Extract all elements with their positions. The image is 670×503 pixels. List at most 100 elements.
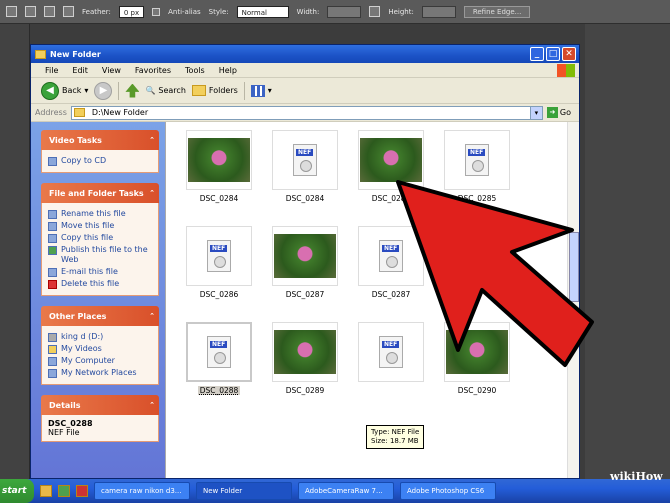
file-thumbnail[interactable]: NEF [186, 226, 252, 286]
start-button[interactable]: start [0, 479, 34, 503]
refine-edge-button[interactable]: Refine Edge... [463, 5, 531, 18]
other-places-panel: Other Places ⌃ king d (D:) My Videos My … [41, 306, 159, 385]
tooltip-type: Type: NEF File [371, 428, 420, 436]
place-my-network[interactable]: My Network Places [48, 368, 152, 378]
back-label: Back [62, 86, 82, 95]
height-label: Height: [388, 7, 414, 16]
subtract-selection-icon[interactable] [44, 6, 55, 17]
file-item[interactable]: NEF DSC_0288 [176, 322, 262, 418]
other-places-header[interactable]: Other Places ⌃ [41, 306, 159, 326]
file-thumbnail[interactable] [272, 226, 338, 286]
file-name: DSC_0290 [457, 386, 497, 395]
width-input[interactable] [327, 5, 362, 18]
search-label: Search [158, 86, 186, 95]
file-folder-tasks-header[interactable]: File and Folder Tasks ⌃ [41, 183, 159, 203]
add-selection-icon[interactable] [25, 6, 36, 17]
quicklaunch-icon[interactable] [58, 485, 70, 497]
task-copy-to-cd[interactable]: Copy to CD [48, 156, 152, 166]
place-drive-d[interactable]: king d (D:) [48, 332, 152, 342]
file-item[interactable]: NEF DSC_0286 [176, 226, 262, 322]
menu-view[interactable]: View [102, 66, 121, 75]
quicklaunch-icon[interactable] [40, 485, 52, 497]
arrow-shape [396, 180, 594, 367]
video-tasks-header[interactable]: Video Tasks ⌃ [41, 130, 159, 150]
taskbar-item[interactable]: New Folder [196, 482, 292, 500]
other-places-title: Other Places [49, 311, 107, 321]
file-item[interactable]: DSC_0289 [262, 322, 348, 418]
title-bar[interactable]: New Folder _ □ ✕ [31, 45, 579, 63]
go-button[interactable]: ➜ Go [546, 107, 575, 118]
file-thumbnail[interactable] [272, 322, 338, 382]
address-input[interactable]: D:\New Folder ▾ [70, 105, 543, 120]
task-pane: Video Tasks ⌃ Copy to CD File and Folder… [31, 122, 165, 478]
new-selection-icon[interactable] [6, 6, 17, 17]
flower-photo-image [274, 234, 336, 278]
task-publish[interactable]: Publish this file to the Web [48, 245, 152, 265]
address-dropdown-icon[interactable]: ▾ [529, 106, 542, 119]
forward-button[interactable]: ▶ [94, 81, 113, 100]
video-tasks-title: Video Tasks [49, 135, 102, 145]
height-input[interactable] [421, 5, 456, 18]
menu-tools[interactable]: Tools [185, 66, 205, 75]
antialias-label: Anti-alias [168, 7, 201, 16]
collapse-icon[interactable]: ⌃ [149, 136, 155, 144]
place-my-computer[interactable]: My Computer [48, 356, 152, 366]
taskbar-item[interactable]: camera raw nikon d3... [94, 482, 190, 500]
folders-icon [191, 85, 206, 96]
file-name: DSC_0286 [199, 290, 239, 299]
go-label: Go [559, 108, 571, 117]
task-email[interactable]: E-mail this file [48, 267, 152, 277]
task-rename[interactable]: Rename this file [48, 209, 152, 219]
menu-edit[interactable]: Edit [72, 66, 88, 75]
intersect-selection-icon[interactable] [63, 6, 74, 17]
views-icon [250, 84, 265, 97]
folders-button[interactable]: Folders [191, 85, 238, 96]
address-label: Address [35, 108, 67, 117]
menu-file[interactable]: File [45, 66, 58, 75]
address-bar: Address D:\New Folder ▾ ➜ Go [31, 104, 579, 122]
details-header[interactable]: Details ⌃ [41, 395, 159, 415]
file-name: DSC_0287 [285, 290, 325, 299]
file-item[interactable]: DSC_0287 [262, 226, 348, 322]
collapse-icon[interactable]: ⌃ [149, 312, 155, 320]
nef-file-icon: NEF [293, 144, 317, 176]
task-move[interactable]: Move this file [48, 221, 152, 231]
task-delete[interactable]: Delete this file [48, 279, 152, 289]
nef-file-icon: NEF [207, 336, 231, 368]
file-thumbnail[interactable] [186, 130, 252, 190]
back-button[interactable]: ◀ Back ▾ [41, 81, 88, 100]
up-folder-icon[interactable] [125, 83, 140, 98]
menu-help[interactable]: Help [219, 66, 237, 75]
maximize-button[interactable]: □ [546, 47, 560, 61]
swap-icon[interactable] [369, 6, 381, 17]
nef-file-icon: NEF [207, 240, 231, 272]
taskbar-item[interactable]: AdobeCameraRaw 7... [298, 482, 394, 500]
close-button[interactable]: ✕ [562, 47, 576, 61]
quicklaunch-icon[interactable] [76, 485, 88, 497]
delete-icon [48, 280, 57, 289]
file-thumbnail[interactable]: NEF [272, 130, 338, 190]
task-label: Rename this file [61, 209, 126, 218]
window-title: New Folder [50, 49, 101, 59]
task-label: Copy this file [61, 233, 114, 242]
collapse-icon[interactable]: ⌃ [149, 401, 155, 409]
taskbar-item[interactable]: Adobe Photoshop CS6 [400, 482, 496, 500]
antialias-checkbox[interactable] [152, 7, 161, 16]
search-icon: 🔍 [145, 86, 156, 95]
file-thumbnail[interactable]: NEF [186, 322, 252, 382]
collapse-icon[interactable]: ⌃ [149, 189, 155, 197]
file-item[interactable]: DSC_0284 [176, 130, 262, 226]
place-my-videos[interactable]: My Videos [48, 344, 152, 354]
menu-favorites[interactable]: Favorites [135, 66, 171, 75]
file-item[interactable]: NEF DSC_0284 [262, 130, 348, 226]
style-select[interactable]: Normal [236, 5, 289, 18]
task-copy[interactable]: Copy this file [48, 233, 152, 243]
task-label: Publish this file to the Web [61, 245, 148, 264]
minimize-button[interactable]: _ [530, 47, 544, 61]
feather-input[interactable]: 0 px [118, 5, 145, 18]
search-button[interactable]: 🔍 Search [145, 86, 185, 95]
copy-icon [48, 234, 57, 243]
file-name: DSC_0289 [285, 386, 325, 395]
width-label: Width: [296, 7, 320, 16]
views-button[interactable]: ▾ [250, 84, 272, 97]
